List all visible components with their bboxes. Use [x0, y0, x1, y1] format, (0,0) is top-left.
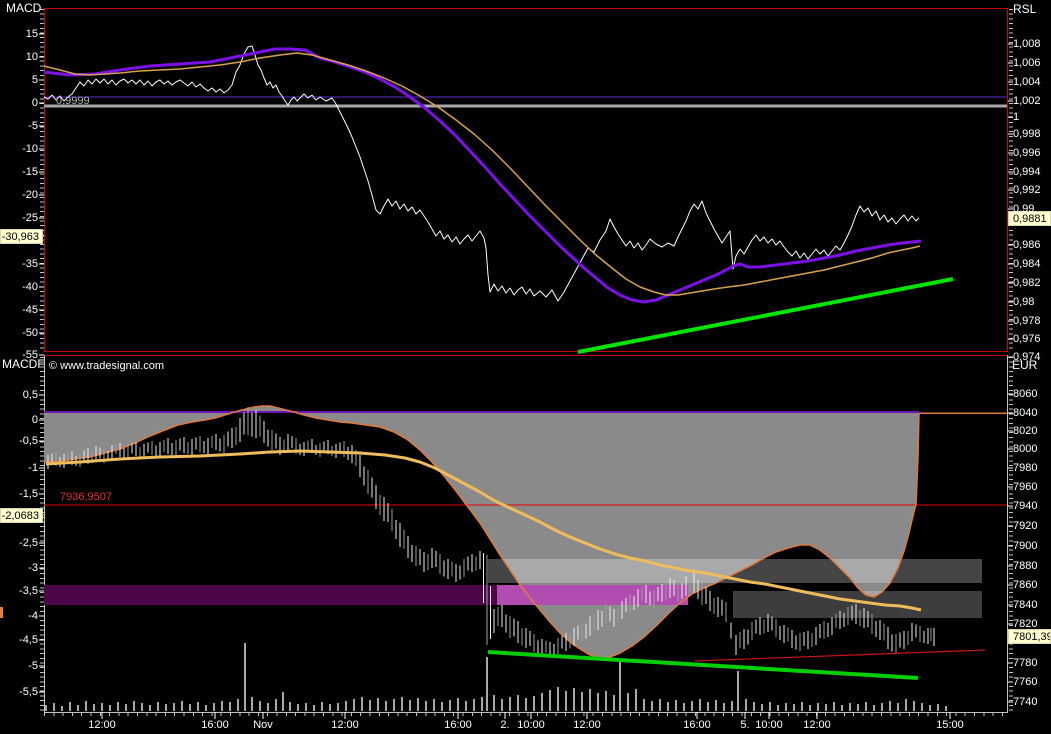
axis-tick-label: 0,99 [1013, 203, 1035, 215]
axis-tick-label: -25 [22, 212, 38, 224]
time-axis-label: 15:00 [936, 719, 964, 731]
axis-tick-label: -55 [22, 349, 38, 361]
axis-tick-label: -4 [28, 610, 38, 622]
axis-tick-label: -5,5 [19, 686, 38, 698]
axis-tick-label: 7880 [1013, 560, 1038, 572]
time-axis-label: 12:00 [331, 719, 359, 731]
rsl-level-label: 0,9999 [56, 95, 90, 107]
axis-tick-label: 1,006 [1013, 57, 1041, 69]
axis-tick-label: -5 [28, 660, 38, 672]
time-axis-label: 2. [500, 719, 510, 731]
axis-tick-label: 0,982 [1013, 277, 1041, 289]
axis-tick-label: 0 [31, 97, 38, 109]
axis-tick-label: -20 [22, 189, 38, 201]
time-axis-label: 16:00 [444, 719, 472, 731]
axis-tick-label: 0,5 [22, 389, 38, 401]
macdf-current-value-badge: -2,0683 [0, 508, 43, 523]
axis-tick-label: 1,008 [1013, 38, 1041, 50]
axis-tick-label: -3,5 [19, 585, 38, 597]
axis-tick-label: -3 [28, 562, 38, 574]
axis-tick-label: 7740 [1013, 696, 1038, 708]
axis-tick-label: -40 [22, 281, 38, 293]
axis-tick-label: 7900 [1013, 540, 1038, 552]
axis-tick-label: 5 [31, 74, 38, 86]
axis-tick-label: 0,986 [1013, 239, 1041, 251]
axis-tick-label: 1 [1013, 111, 1020, 123]
axis-tick-label: 7820 [1013, 618, 1038, 630]
macd-current-value-badge: -30,963 [0, 229, 43, 244]
axis-tick-label: -1,5 [19, 488, 38, 500]
axis-tick-label: 7760 [1013, 676, 1038, 688]
trading-chart-window: MACD RSL MACDF EUR © www.tradesignal.com… [0, 0, 1051, 734]
macd-panel-title: MACD [6, 1, 42, 15]
axis-tick-label: 7920 [1013, 520, 1038, 532]
time-axis-label: 12:00 [88, 719, 116, 731]
axis-tick-label: 0,98 [1013, 296, 1035, 308]
axis-tick-label: -0,5 [19, 435, 38, 447]
time-axis-label: Nov [253, 719, 273, 731]
eur-current-value-badge: 7801,39 [1008, 629, 1051, 644]
axis-tick-label: 0,998 [1013, 128, 1041, 140]
axis-tick-label: -15 [22, 166, 38, 178]
time-axis-label: 12:00 [573, 719, 601, 731]
time-axis-label: 5. [740, 719, 750, 731]
axis-tick-label: 0,974 [1013, 351, 1041, 363]
axis-tick-label: 0 [31, 414, 38, 426]
time-axis-label: 16:00 [201, 719, 229, 731]
rsl-axis-title: RSL [1013, 2, 1037, 16]
axis-tick-label: -1 [28, 462, 38, 474]
axis-tick-label: 0,994 [1013, 166, 1041, 178]
axis-tick-label: -45 [22, 304, 38, 316]
axis-tick-label: 0,992 [1013, 184, 1041, 196]
axis-tick-label: -35 [22, 258, 38, 270]
time-axis-label: 12:00 [803, 719, 831, 731]
price-level-label: 7936,9507 [60, 491, 112, 503]
axis-tick-label: 8000 [1013, 443, 1038, 455]
axis-tick-label: 0,976 [1013, 333, 1041, 345]
axis-tick-label: 7980 [1013, 462, 1038, 474]
axis-tick-label: -4,5 [19, 634, 38, 646]
axis-tick-label: 1,004 [1013, 76, 1041, 88]
axis-tick-label: 0,996 [1013, 147, 1041, 159]
axis-tick-label: 0,978 [1013, 315, 1041, 327]
axis-tick-label: 7840 [1013, 599, 1038, 611]
axis-tick-label: 8060 [1013, 388, 1038, 400]
axis-tick-label: 0,984 [1013, 258, 1041, 270]
axis-tick-label: -10 [22, 143, 38, 155]
axis-tick-label: 7960 [1013, 481, 1038, 493]
axis-tick-label: 7940 [1013, 500, 1038, 512]
axis-tick-label: 8040 [1013, 407, 1038, 419]
axis-tick-label: 8020 [1013, 425, 1038, 437]
axis-tick-label: 7780 [1013, 657, 1038, 669]
axis-tick-label: -2,5 [19, 537, 38, 549]
tradesignal-watermark: © www.tradesignal.com [49, 360, 165, 372]
axis-tick-label: 7860 [1013, 579, 1038, 591]
time-axis-label: 10:00 [755, 719, 783, 731]
time-axis-label: 16:00 [683, 719, 711, 731]
axis-tick-label: -5 [28, 120, 38, 132]
axis-tick-label: 1,002 [1013, 95, 1041, 107]
axis-tick-label: -50 [22, 327, 38, 339]
axis-tick-label: 15 [25, 28, 38, 40]
time-axis-label: 10:00 [517, 719, 545, 731]
axis-tick-label: 10 [25, 51, 38, 63]
